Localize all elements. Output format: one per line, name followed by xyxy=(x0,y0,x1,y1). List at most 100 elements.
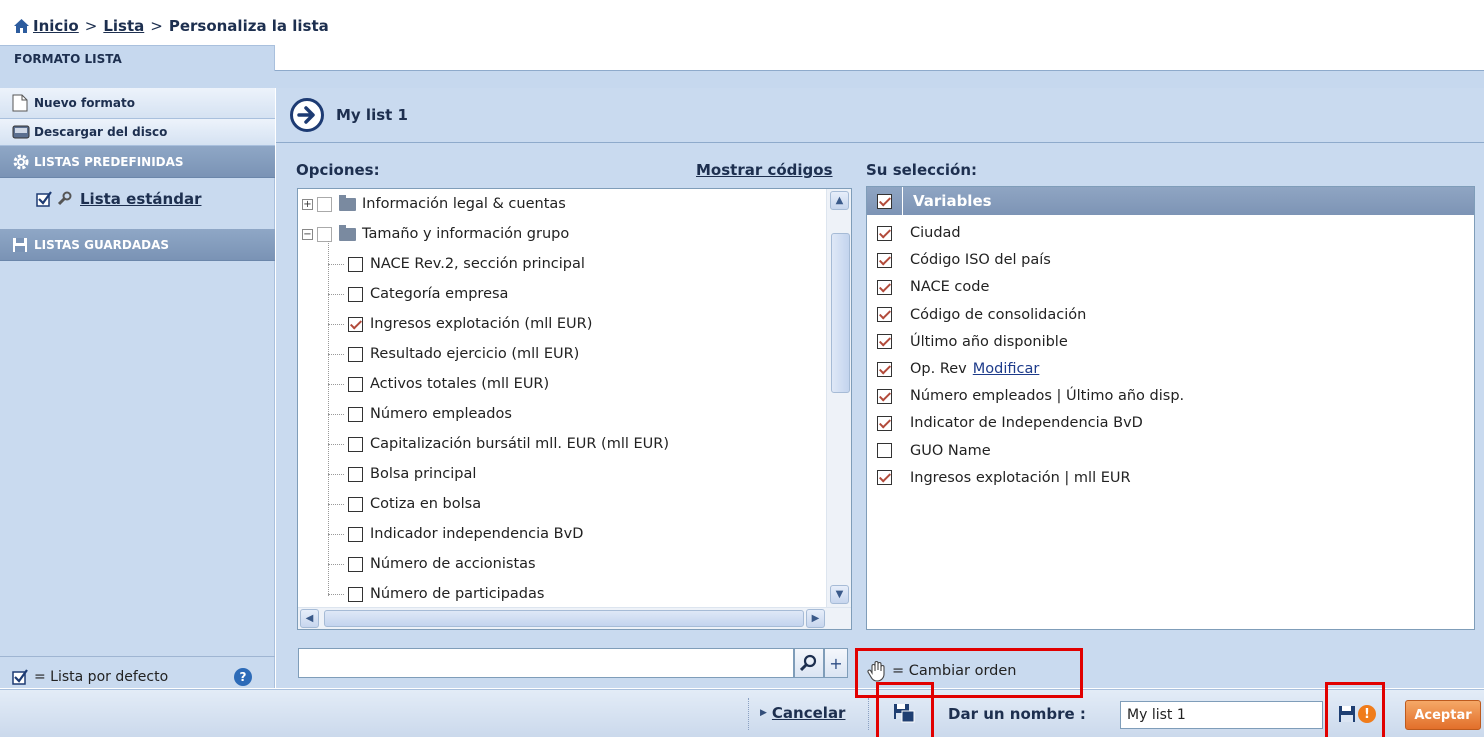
selection-checkbox[interactable] xyxy=(877,388,892,404)
tree-checkbox[interactable] xyxy=(348,586,363,602)
tree-item[interactable]: NACE Rev.2, sección principal xyxy=(328,249,585,279)
selection-item[interactable]: Último año disponible xyxy=(877,329,1068,355)
show-codes-link[interactable]: Mostrar códigos xyxy=(696,161,833,179)
horizontal-scrollbar[interactable]: ◀ ▶ xyxy=(298,607,851,629)
cancel-control[interactable]: ▶ Cancelar xyxy=(760,704,845,722)
tree-checkbox[interactable] xyxy=(348,496,363,512)
tree-item[interactable]: Número de participadas xyxy=(328,579,544,609)
tree-checkbox[interactable] xyxy=(348,346,363,362)
selection-item-label: Ciudad xyxy=(910,225,961,241)
saved-lists-label: LISTAS GUARDADAS xyxy=(34,237,170,252)
tree-item[interactable]: Bolsa principal xyxy=(328,459,476,489)
selection-item[interactable]: Op. Rev Modificar xyxy=(877,356,1039,382)
tree-checkbox[interactable] xyxy=(348,256,363,272)
add-button[interactable]: + xyxy=(824,648,848,678)
selection-item-label: Número empleados | Último año disp. xyxy=(910,388,1185,405)
selection-item[interactable]: Ingresos explotación | mll EUR xyxy=(877,465,1131,491)
tree-item-label: Indicador independencia BvD xyxy=(370,526,584,542)
accept-button[interactable]: Aceptar xyxy=(1405,700,1481,730)
arrow-right-icon[interactable] xyxy=(290,98,324,132)
selection-item[interactable]: GUO Name xyxy=(877,438,991,464)
folder-icon xyxy=(339,224,356,241)
selection-checkbox[interactable] xyxy=(877,443,892,459)
tree-item[interactable]: Activos totales (mll EUR) xyxy=(328,369,549,399)
search-input[interactable] xyxy=(298,648,794,678)
tree-item[interactable]: Indicador independencia BvD xyxy=(328,519,583,549)
selection-item[interactable]: Número empleados | Último año disp. xyxy=(877,383,1184,409)
expand-toggle[interactable]: − xyxy=(302,228,313,240)
breadcrumb-home-link[interactable]: Inicio xyxy=(33,17,79,35)
scroll-left-button[interactable]: ◀ xyxy=(300,609,319,628)
tree-connector xyxy=(328,263,344,265)
tree-checkbox[interactable] xyxy=(348,436,363,452)
search-button[interactable] xyxy=(794,648,824,678)
gear-icon xyxy=(13,154,29,169)
scroll-down-button[interactable]: ▼ xyxy=(830,585,849,604)
selection-checkbox[interactable] xyxy=(877,470,892,486)
tree-connector xyxy=(328,293,344,295)
standard-list-link[interactable]: Lista estándar xyxy=(80,190,201,208)
selection-item[interactable]: Código ISO del país xyxy=(877,247,1051,273)
tree-item[interactable]: Categoría empresa xyxy=(328,279,508,309)
selection-item-label: Op. Rev xyxy=(910,361,967,377)
divider xyxy=(748,698,749,730)
breadcrumb-list-link[interactable]: Lista xyxy=(103,17,144,35)
selection-panel: Variables Ciudad Código ISO del país NACE … xyxy=(866,186,1475,630)
tree-item[interactable]: Ingresos explotación (mll EUR) xyxy=(328,309,592,339)
tree-checkbox[interactable] xyxy=(348,286,363,302)
tree-checkbox[interactable] xyxy=(348,376,363,392)
tab-formato-lista[interactable]: FORMATO LISTA xyxy=(0,45,275,71)
tree-checkbox[interactable] xyxy=(348,526,363,542)
download-disk-button[interactable]: Descargar del disco xyxy=(0,119,275,146)
breadcrumb: Inicio > Lista > Personaliza la lista xyxy=(14,16,329,36)
standard-list-item[interactable]: Lista estándar xyxy=(0,183,275,215)
tree-item[interactable]: Número empleados xyxy=(328,399,512,429)
scroll-thumb[interactable] xyxy=(831,233,850,393)
saved-lists-button[interactable]: LISTAS GUARDADAS xyxy=(0,229,275,261)
selection-item[interactable]: Código de consolidación xyxy=(877,302,1086,328)
tree-item[interactable]: − Tamaño y información grupo xyxy=(302,219,569,249)
new-format-button[interactable]: Nuevo formato xyxy=(0,88,275,119)
selection-checkbox[interactable] xyxy=(877,415,892,431)
selection-checkbox[interactable] xyxy=(877,361,892,377)
selection-item-label: GUO Name xyxy=(910,442,991,459)
tree-checkbox[interactable] xyxy=(348,556,363,572)
selection-item[interactable]: NACE code xyxy=(877,274,989,300)
predefined-lists-button[interactable]: LISTAS PREDEFINIDAS xyxy=(0,146,275,178)
scroll-right-button[interactable]: ▶ xyxy=(806,609,825,628)
list-name-input[interactable] xyxy=(1120,701,1323,729)
new-doc-icon xyxy=(12,94,28,112)
selection-checkbox[interactable] xyxy=(877,252,892,268)
selection-checkbox[interactable] xyxy=(877,307,892,323)
main-panel: My list 1 Opciones: Mostrar códigos Su s… xyxy=(276,88,1484,688)
check-icon xyxy=(12,668,28,685)
selection-item[interactable]: Ciudad xyxy=(877,220,961,246)
select-all-checkbox[interactable] xyxy=(877,193,892,209)
help-icon[interactable]: ? xyxy=(234,668,252,686)
tree-checkbox[interactable] xyxy=(348,466,363,482)
selection-checkbox[interactable] xyxy=(877,279,892,295)
tree-item[interactable]: Cotiza en bolsa xyxy=(328,489,481,519)
selection-item[interactable]: Indicator de Independencia BvD xyxy=(877,410,1143,436)
tree-item[interactable]: Número de accionistas xyxy=(328,549,536,579)
selection-checkbox[interactable] xyxy=(877,334,892,350)
disk-icon xyxy=(12,125,30,139)
selection-checkbox[interactable] xyxy=(877,225,892,241)
tree-item[interactable]: Capitalización bursátil mll. EUR (mll EU… xyxy=(328,429,669,459)
expand-toggle[interactable]: + xyxy=(302,198,313,210)
download-disk-label: Descargar del disco xyxy=(34,125,168,139)
new-format-label: Nuevo formato xyxy=(34,96,135,110)
cancel-link[interactable]: Cancelar xyxy=(772,704,846,722)
tree-checkbox[interactable] xyxy=(348,316,363,332)
scroll-up-button[interactable]: ▲ xyxy=(830,191,849,210)
tree-checkbox[interactable] xyxy=(348,406,363,422)
scroll-thumb-horizontal[interactable] xyxy=(324,610,804,627)
modify-link[interactable]: Modificar xyxy=(973,361,1040,377)
tree-item[interactable]: + Información legal & cuentas xyxy=(302,189,566,219)
tree-checkbox[interactable] xyxy=(317,226,332,242)
tree-item[interactable]: Resultado ejercicio (mll EUR) xyxy=(328,339,579,369)
vertical-scrollbar[interactable]: ▲ ▼ xyxy=(826,189,851,607)
tree-checkbox[interactable] xyxy=(317,196,332,212)
triangle-right-icon: ▶ xyxy=(760,708,767,718)
home-icon xyxy=(14,19,29,33)
